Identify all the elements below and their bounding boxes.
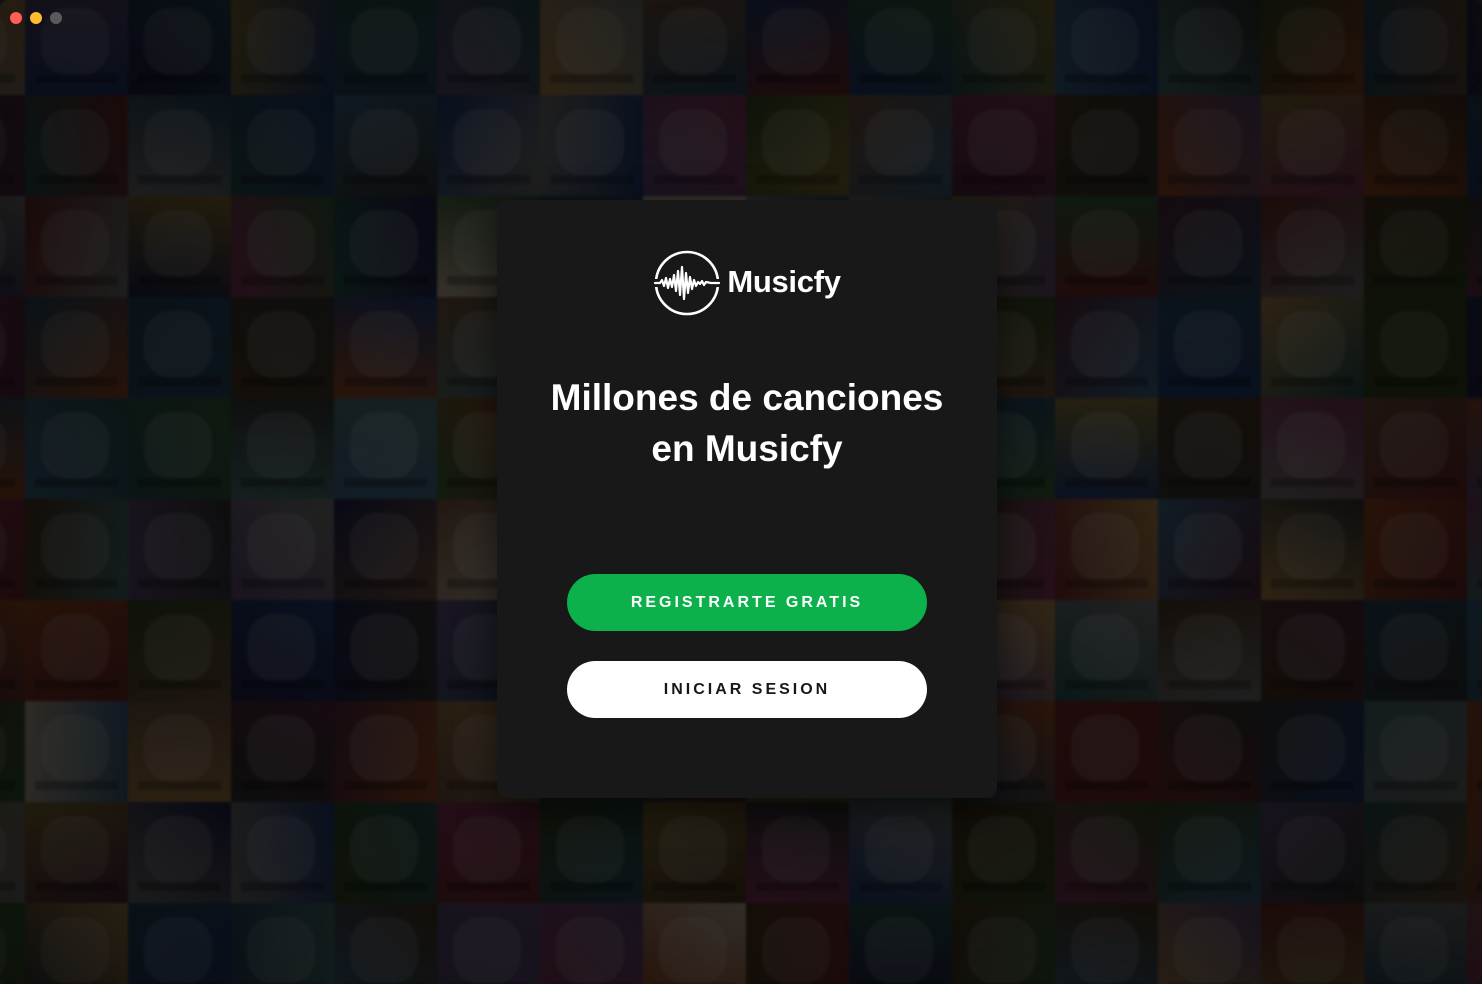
register-free-button[interactable]: REGISTRARTE GRATIS [567, 574, 927, 631]
welcome-card: Musicfy Millones de canciones en Musicfy… [497, 200, 997, 798]
brand-name: Musicfy [727, 264, 841, 299]
close-window-button[interactable] [10, 12, 22, 24]
minimize-window-button[interactable] [30, 12, 42, 24]
maximize-window-button[interactable] [50, 12, 62, 24]
login-button[interactable]: INICIAR SESION [567, 661, 927, 718]
app-window: Musicfy Millones de canciones en Musicfy… [0, 0, 1482, 984]
soundwave-circle-icon [653, 250, 722, 316]
headline: Millones de canciones en Musicfy [550, 377, 944, 469]
brand-logo: Musicfy [497, 248, 997, 318]
window-controls [10, 12, 62, 24]
